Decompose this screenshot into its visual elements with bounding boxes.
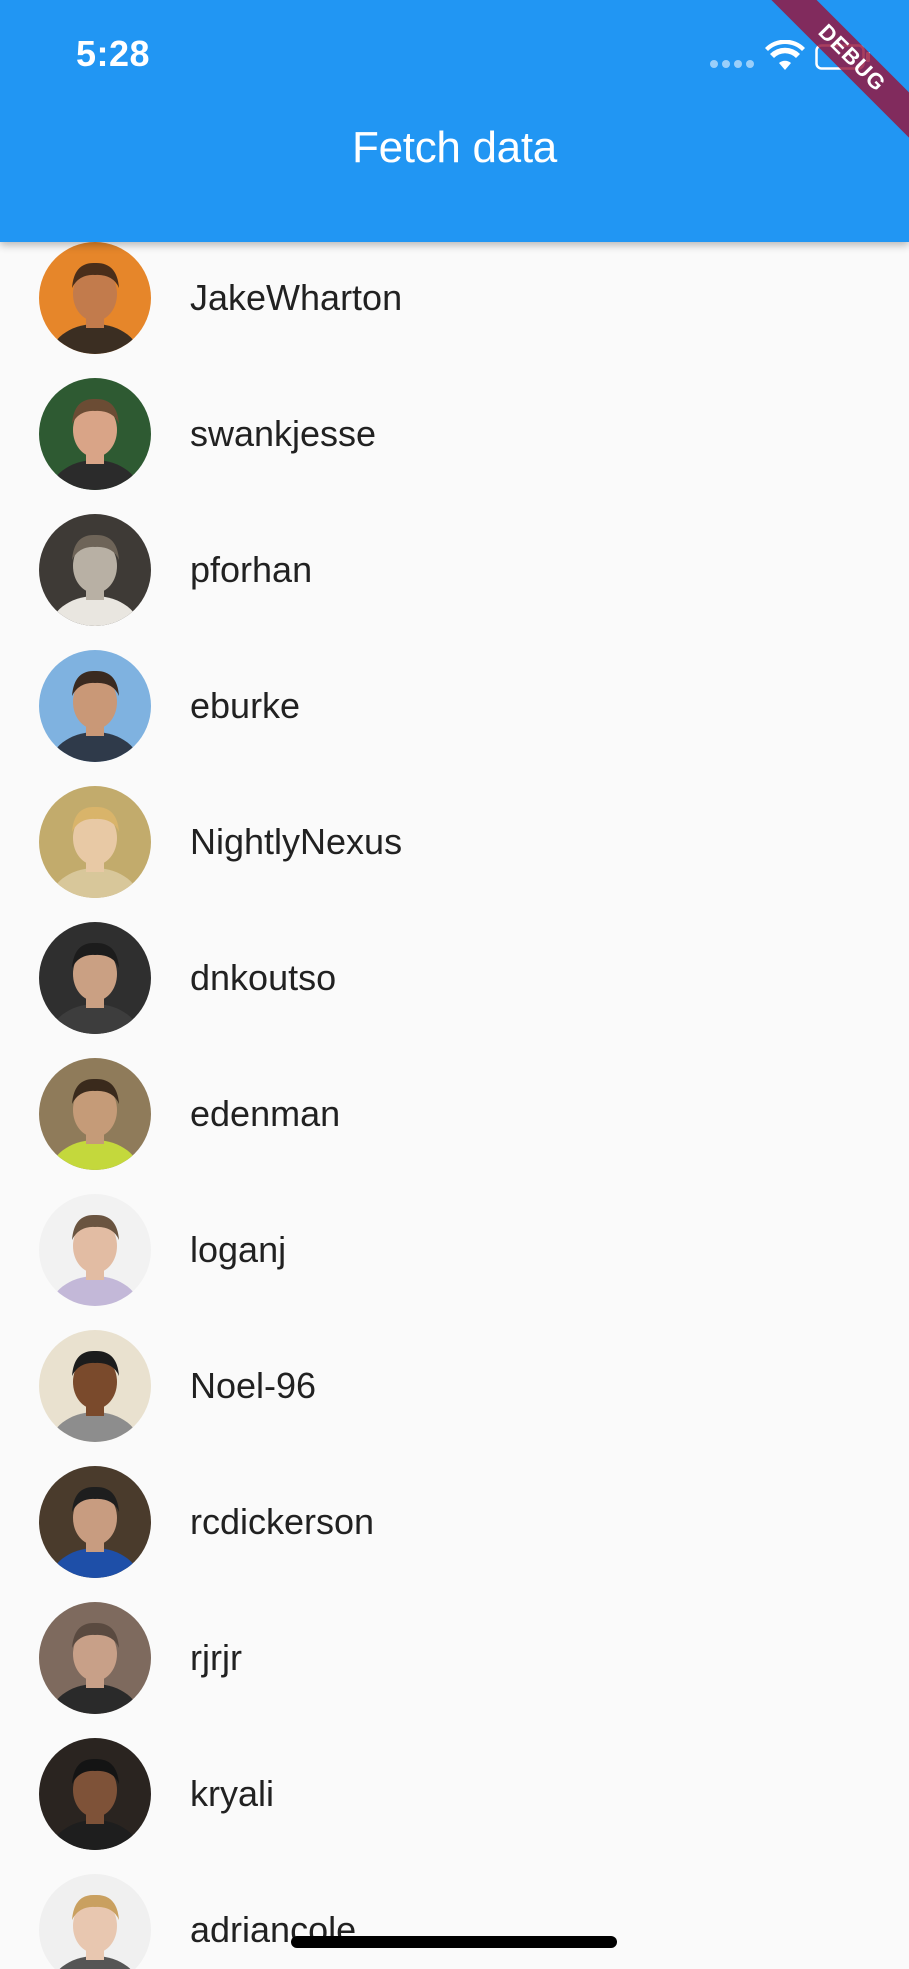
avatar [39,650,151,762]
avatar [39,1738,151,1850]
list-item[interactable]: edenman [0,1046,909,1182]
list-item[interactable]: dnkoutso [0,910,909,1046]
status-time: 5:28 [76,33,151,74]
list-item[interactable]: eburke [0,638,909,774]
username-label: NightlyNexus [190,821,403,862]
username-label: JakeWharton [190,277,403,318]
screen: 5:28 Fetch data DEBUG JakeWharton swankje… [0,0,909,1969]
username-label: rcdickerson [190,1501,375,1542]
username-label: kryali [190,1773,275,1814]
list-item[interactable]: swankjesse [0,366,909,502]
wifi-icon [765,40,805,70]
avatar [39,1602,151,1714]
list-item[interactable]: NightlyNexus [0,774,909,910]
username-label: dnkoutso [190,957,337,998]
list-item[interactable]: loganj [0,1182,909,1318]
list-item[interactable]: JakeWharton [0,230,909,366]
avatar [39,922,151,1034]
avatar [39,242,151,354]
username-label: Noel-96 [190,1365,317,1406]
list-item[interactable]: pforhan [0,502,909,638]
app-bar: 5:28 Fetch data [0,0,909,242]
username-label: edenman [190,1093,341,1134]
list-item[interactable]: rjrjr [0,1590,909,1726]
username-label: rjrjr [190,1637,242,1678]
list-item[interactable]: kryali [0,1726,909,1862]
avatar [39,1466,151,1578]
username-label: eburke [190,685,301,726]
avatar [39,1874,151,1969]
page-title: Fetch data [352,123,557,172]
avatar [39,1194,151,1306]
username-label: swankjesse [190,413,377,454]
avatar [39,514,151,626]
user-list[interactable]: JakeWharton swankjesse pforhan eburke Nightl… [0,242,909,1969]
home-indicator[interactable] [291,1936,617,1948]
avatar [39,378,151,490]
list-item[interactable]: adriancole [0,1862,909,1969]
avatar [39,1058,151,1170]
avatar [39,786,151,898]
avatar [39,1330,151,1442]
list-item[interactable]: Noel-96 [0,1318,909,1454]
username-label: pforhan [190,549,313,590]
username-label: loganj [190,1229,287,1270]
list-item[interactable]: rcdickerson [0,1454,909,1590]
cellular-signal-icon [710,60,754,68]
